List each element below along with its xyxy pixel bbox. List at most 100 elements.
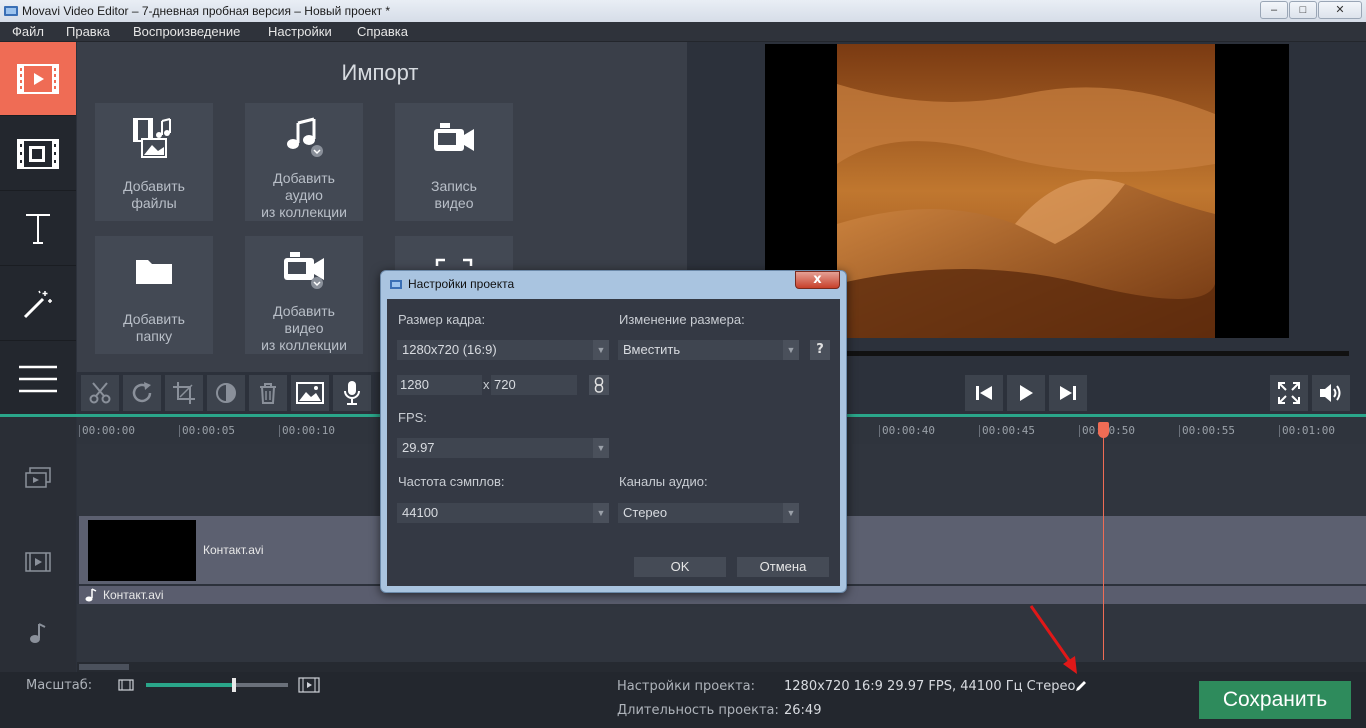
text-t-icon xyxy=(26,213,50,244)
add-folder-tile[interactable]: Добавить папку xyxy=(95,236,213,354)
aspect-lock-button[interactable] xyxy=(589,375,609,395)
project-settings-label: Настройки проекта: xyxy=(617,679,756,694)
audio-channels-label: Каналы аудио: xyxy=(619,474,708,489)
window-title-bar: Movavi Video Editor – 7-дневная пробная … xyxy=(0,0,1366,22)
save-button[interactable]: Сохранить xyxy=(1199,681,1351,719)
record-audio-button[interactable] xyxy=(333,375,371,411)
music-track[interactable] xyxy=(77,604,1366,662)
audio-clip-name: Контакт.avi xyxy=(103,588,164,602)
music-note-icon xyxy=(287,117,323,157)
sidebar-titles-button[interactable] xyxy=(0,192,76,266)
zoom-in-icon[interactable] xyxy=(298,677,320,693)
skip-back-icon xyxy=(976,386,992,400)
folder-icon xyxy=(136,260,172,284)
add-files-tile[interactable]: Добавить файлы xyxy=(95,103,213,221)
sidebar-transitions-button[interactable] xyxy=(0,267,76,341)
audio-channels-select[interactable]: Стерео ▼ xyxy=(618,503,799,523)
project-duration-label: Длительность проекта: xyxy=(617,703,779,718)
color-adjust-button[interactable] xyxy=(207,375,245,411)
frame-size-label: Размер кадра: xyxy=(398,312,486,327)
sample-rate-select[interactable]: 44100 ▼ xyxy=(397,503,609,523)
frame-size-select[interactable]: 1280x720 (16:9) ▼ xyxy=(397,340,609,360)
add-files-label-1: Добавить xyxy=(123,178,185,194)
timeline-scroll-thumb[interactable] xyxy=(79,664,129,670)
sidebar-import-button[interactable] xyxy=(0,42,76,116)
add-folder-label-2: папку xyxy=(135,328,173,344)
project-settings-value: 1280x720 16:9 29.97 FPS, 44100 Гц Стерео xyxy=(784,679,1076,694)
dialog-close-button[interactable]: x xyxy=(795,271,840,289)
fps-label: FPS: xyxy=(398,410,427,425)
chevron-down-icon: ▼ xyxy=(593,438,609,458)
delete-button[interactable] xyxy=(249,375,287,411)
chain-link-icon xyxy=(594,377,604,393)
crop-button[interactable] xyxy=(165,375,203,411)
video-clip-thumbnail xyxy=(88,520,196,581)
sidebar-filters-button[interactable] xyxy=(0,117,76,191)
previous-frame-button[interactable] xyxy=(965,375,1003,411)
playhead-handle[interactable] xyxy=(1098,422,1109,438)
menu-edit[interactable]: Правка xyxy=(66,24,110,39)
playhead-line[interactable] xyxy=(1103,424,1104,660)
zoom-out-icon[interactable] xyxy=(118,679,134,691)
cut-button[interactable] xyxy=(81,375,119,411)
menu-settings[interactable]: Настройки xyxy=(268,24,332,39)
video-camera-icon xyxy=(434,123,474,151)
record-video-tile[interactable]: Запись видео xyxy=(395,103,513,221)
next-frame-button[interactable] xyxy=(1049,375,1087,411)
ok-button[interactable]: OK xyxy=(634,557,726,577)
chevron-down-icon: ▼ xyxy=(593,503,609,523)
project-duration-value: 26:49 xyxy=(784,703,822,718)
sidebar-more-button[interactable] xyxy=(0,342,76,416)
maximize-button[interactable]: □ xyxy=(1289,1,1317,19)
dialog-body: Размер кадра: Изменение размера: 1280x72… xyxy=(387,299,840,586)
cancel-button[interactable]: Отмена xyxy=(737,557,829,577)
add-folder-label-1: Добавить xyxy=(123,311,185,327)
add-audio-label-1: Добавить xyxy=(273,170,335,186)
width-input[interactable]: 1280 xyxy=(397,375,482,395)
add-files-icon xyxy=(133,118,171,158)
volume-button[interactable] xyxy=(1312,375,1350,411)
tick-40: 00:00:40 xyxy=(879,425,935,437)
resize-value: Вместить xyxy=(623,342,681,357)
playback-progress-bar[interactable] xyxy=(837,351,1349,356)
dialog-title: Настройки проекта xyxy=(408,277,515,291)
add-audio-label-3: из коллекции xyxy=(261,204,347,220)
edit-pencil-icon[interactable] xyxy=(1074,679,1088,693)
zoom-slider-handle[interactable] xyxy=(232,678,236,692)
fps-value: 29.97 xyxy=(402,440,435,455)
audio-channels-value: Стерео xyxy=(623,505,668,520)
close-window-button[interactable]: ✕ xyxy=(1318,1,1362,19)
import-title: Импорт xyxy=(341,60,419,85)
overlay-track-icon xyxy=(25,467,51,488)
play-button[interactable] xyxy=(1007,375,1045,411)
add-audio-collection-tile[interactable]: Добавить аудио из коллекции xyxy=(245,103,363,221)
rotate-button[interactable] xyxy=(123,375,161,411)
rotate-icon xyxy=(132,382,152,403)
chevron-down-icon: ▼ xyxy=(783,503,799,523)
menu-file[interactable]: Файл xyxy=(12,24,44,39)
add-files-label-2: файлы xyxy=(131,195,177,211)
resize-label: Изменение размера: xyxy=(619,312,745,327)
resize-select[interactable]: Вместить ▼ xyxy=(618,340,799,360)
timeline-scrollbar[interactable] xyxy=(77,662,1366,672)
add-video-collection-tile[interactable]: Добавить видео из коллекции xyxy=(245,236,363,354)
fullscreen-button[interactable] xyxy=(1270,375,1308,411)
height-input[interactable]: 720 xyxy=(491,375,577,395)
red-annotation-arrow xyxy=(1029,605,1077,674)
crop-icon xyxy=(173,382,195,404)
dialog-app-icon xyxy=(390,280,402,289)
minimize-button[interactable]: – xyxy=(1260,1,1288,19)
help-button[interactable]: ? xyxy=(810,340,830,360)
fps-select[interactable]: 29.97 ▼ xyxy=(397,438,609,458)
menu-playback[interactable]: Воспроизведение xyxy=(133,24,240,39)
frame-size-value: 1280x720 (16:9) xyxy=(402,342,497,357)
film-filters-icon xyxy=(17,138,59,169)
menu-help[interactable]: Справка xyxy=(357,24,408,39)
tick-10: 00:00:10 xyxy=(279,425,335,437)
tick-55: 00:00:55 xyxy=(1179,425,1235,437)
record-video-label-2: видео xyxy=(434,195,474,211)
chevron-down-icon: ▼ xyxy=(783,340,799,360)
zoom-slider-fill xyxy=(146,683,234,687)
insert-image-button[interactable] xyxy=(291,375,329,411)
track-header-column xyxy=(0,417,76,672)
